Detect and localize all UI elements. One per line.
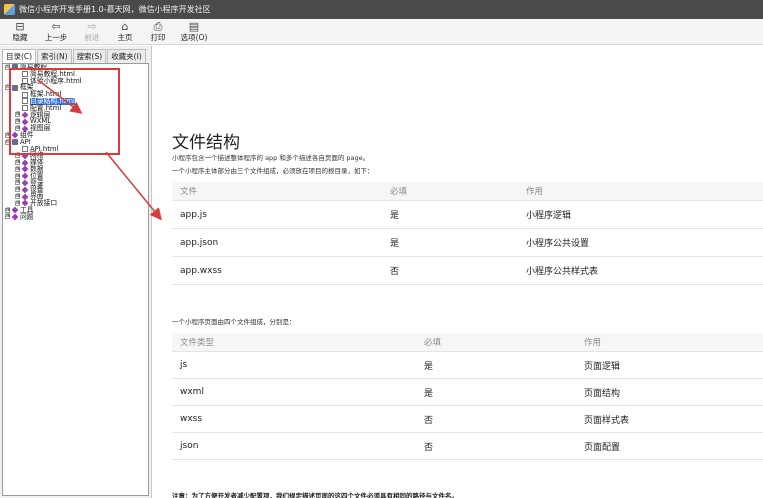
table-cell: 页面配置 (584, 442, 621, 453)
column-header: 作用 (584, 338, 602, 348)
home-button[interactable]: ⌂ 主页 (111, 19, 139, 44)
hide-icon: ⊟ (15, 20, 25, 33)
content-pane[interactable]: 文件结构 小程序包含一个描述整体程序的 app 和多个描述各自页面的 page。… (158, 46, 763, 498)
hide-button[interactable]: ⊟ 隐藏 (6, 19, 34, 44)
annotation-highlight-box (9, 68, 120, 155)
window-title: 微信小程序开发手册1.0-慕天网，微信小程序开发社区 (19, 5, 211, 14)
intro-text-1: 小程序包含一个描述整体程序的 app 和多个描述各自页面的 page。 (172, 154, 370, 162)
table-row: json 否 页面配置 (172, 433, 763, 460)
column-header: 文件类型 (180, 338, 215, 348)
print-button[interactable]: ⎙ 打印 (144, 19, 172, 44)
table-cell: 否 (424, 415, 434, 426)
topic-icon (21, 186, 29, 194)
table-cell: app.json (180, 237, 219, 248)
page-title: 文件结构 (172, 133, 240, 153)
print-label: 打印 (150, 33, 166, 42)
table-cell: 页面结构 (584, 388, 621, 399)
table-row: app.json 是 小程序公共设置 (172, 229, 763, 257)
forward-label: 前进 (84, 33, 100, 42)
table-cell: js (180, 360, 188, 370)
hide-label: 隐藏 (12, 33, 28, 42)
tab-contents[interactable]: 目录(C) (2, 49, 37, 63)
window-titlebar: 微信小程序开发手册1.0-慕天网，微信小程序开发社区 (0, 0, 763, 19)
forward-icon: ⇨ (87, 20, 97, 33)
table-cell: 是 (390, 239, 400, 249)
table-cell: 是 (424, 361, 434, 372)
expand-icon[interactable]: ⊞ (15, 187, 20, 193)
column-header: 文件 (180, 187, 198, 197)
home-icon: ⌂ (121, 20, 129, 33)
column-header: 必填 (390, 187, 408, 197)
table-cell: 是 (390, 211, 400, 221)
tree-item-label: 问题 (20, 212, 34, 221)
table-row: wxss 否 页面样式表 (172, 406, 763, 433)
options-label: 选项(O) (180, 33, 208, 42)
table-cell: 否 (390, 267, 400, 277)
table-cell: json (180, 441, 199, 451)
note-text: 注意：为了方便开发者减少配置项，我们规定描述页面的这四个文件必须具有相同的路径与… (172, 492, 458, 498)
table-cell: 小程序公共样式表 (526, 267, 599, 277)
forward-button[interactable]: ⇨ 前进 (78, 19, 106, 44)
back-label: 上一步 (44, 33, 68, 42)
table-row: app.wxss 否 小程序公共样式表 (172, 257, 763, 285)
table-row: wxml 是 页面结构 (172, 379, 763, 406)
table-row: js 是 页面逻辑 (172, 352, 763, 379)
table-cell: 页面逻辑 (584, 361, 621, 372)
options-button[interactable]: ▤ 选项(O) (177, 19, 211, 44)
expand-icon[interactable]: ⊞ (15, 160, 20, 166)
tree-item[interactable]: ⊞ 登录 (3, 179, 148, 187)
tab-search[interactable]: 搜索(S) (72, 49, 107, 63)
column-header: 必填 (424, 338, 442, 348)
tree-item[interactable]: ⊞ 问题 (3, 212, 148, 221)
back-button[interactable]: ⇦ 上一步 (39, 19, 73, 44)
print-icon: ⎙ (153, 20, 163, 33)
expand-icon[interactable]: ⊞ (5, 207, 10, 213)
app-files-table: 文件 必填 作用 app.js 是 小程序逻辑 app.json 是 小程序公共… (172, 182, 763, 285)
expand-icon[interactable]: ⊞ (15, 194, 20, 200)
back-icon: ⇦ (51, 20, 61, 33)
table-cell: wxml (180, 387, 204, 397)
nav-tabs: 目录(C) 索引(N) 搜索(S) 收藏夹(I) (2, 49, 147, 63)
table-cell: 小程序逻辑 (526, 211, 572, 221)
app-icon (4, 4, 15, 15)
toolbar: ⊟ 隐藏 ⇦ 上一步 ⇨ 前进 ⌂ 主页 ⎙ 打印 ▤ 选项(O) (0, 19, 763, 45)
expand-icon[interactable]: ⊞ (15, 173, 20, 179)
home-label: 主页 (117, 33, 133, 42)
tree-item[interactable]: ⊞ 设备 (3, 186, 148, 194)
intro-text-2: 一个小程序主体部分由三个文件组成，必须放在项目的根目录，如下： (172, 167, 374, 175)
expand-icon[interactable]: ⊞ (15, 166, 20, 172)
table-cell: 否 (424, 442, 434, 453)
page-files-table: 文件类型 必填 作用 js 是 页面逻辑 wxml 是 页面结构 wxss 否 … (172, 333, 763, 460)
table-cell: app.wxss (180, 265, 222, 276)
table-cell: 页面样式表 (584, 415, 630, 426)
tree-item-label: 开放接口 (30, 198, 58, 207)
expand-icon[interactable]: ⊞ (15, 180, 20, 186)
table-cell: app.js (180, 209, 207, 220)
tab-index[interactable]: 索引(N) (37, 49, 72, 63)
table-cell: wxss (180, 414, 203, 424)
table-row: app.js 是 小程序逻辑 (172, 201, 763, 229)
table-cell: 是 (424, 388, 434, 399)
tab-favorites[interactable]: 收藏夹(I) (107, 49, 146, 63)
table-header-row: 文件类型 必填 作用 (172, 333, 763, 352)
topic-icon (21, 179, 29, 187)
expand-icon[interactable]: ⊞ (5, 214, 10, 220)
page-files-text: 一个小程序页面由四个文件组成，分别是： (172, 318, 296, 326)
options-icon: ▤ (188, 20, 200, 33)
column-header: 作用 (526, 187, 544, 197)
topic-icon (21, 172, 29, 180)
table-header-row: 文件 必填 作用 (172, 182, 763, 201)
topic-icon (11, 213, 19, 221)
topic-icon (11, 206, 19, 214)
table-cell: 小程序公共设置 (526, 239, 590, 249)
